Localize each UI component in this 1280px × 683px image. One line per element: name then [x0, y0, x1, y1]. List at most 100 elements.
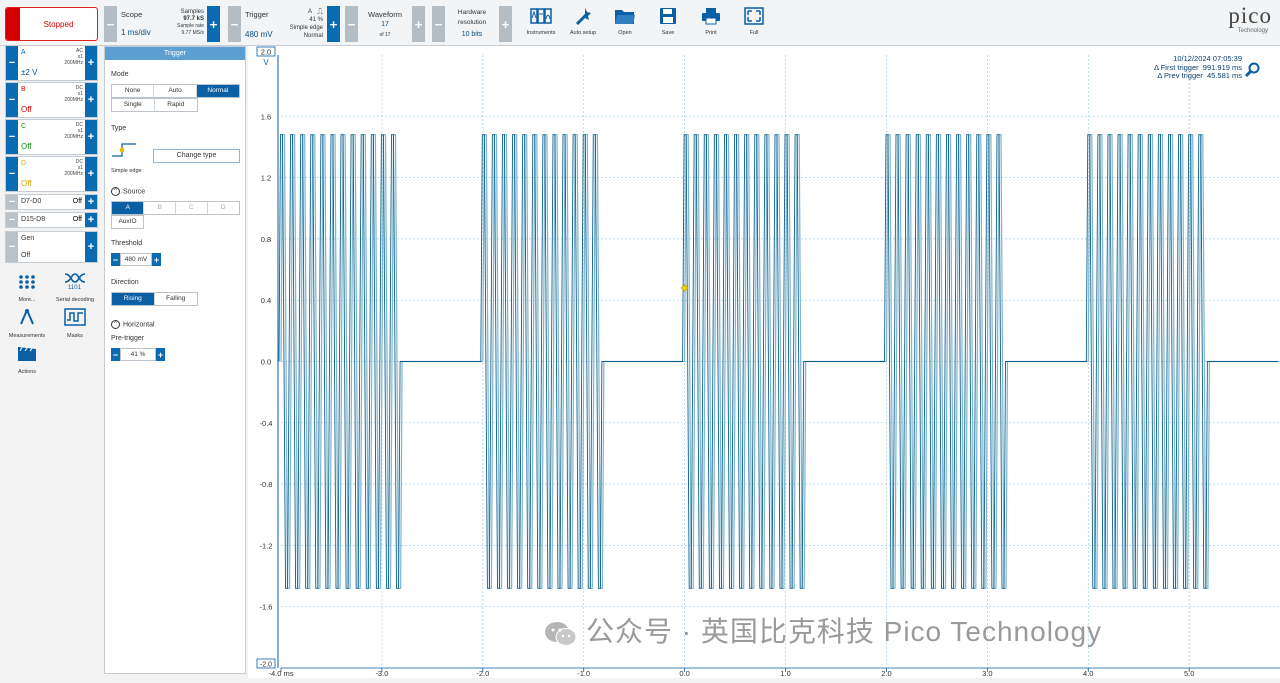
waveform-title: Waveform — [368, 10, 402, 19]
channel-c-increase-button[interactable]: + — [85, 120, 97, 154]
auto-setup-icon — [575, 8, 591, 26]
scope-view[interactable]: 1.6 1.2 0.8 0.4 0.0 -0.4 -0.8 -1.2 -1.6 -4.0 ms -… — [248, 46, 1280, 678]
timebase-increase-button[interactable]: + — [207, 6, 220, 42]
waveform-previous-button[interactable]: − — [345, 6, 358, 42]
channel-d-control[interactable]: − D Off DC x1 200MHz + — [5, 156, 98, 192]
channel-d-state: Off — [21, 179, 32, 188]
trigger-title: Trigger — [245, 10, 269, 19]
mode-auto-option[interactable]: Auto — [154, 85, 197, 97]
masks-button[interactable]: Masks — [50, 308, 100, 339]
actions-button[interactable]: Actions — [2, 346, 52, 375]
threshold-increase-button[interactable]: + — [152, 253, 161, 266]
channel-c-control[interactable]: − C Off DC x1 200MHz + — [5, 119, 98, 155]
channel-b-control[interactable]: − B Off DC x1 200MHz + — [5, 82, 98, 118]
hardware-resolution-group[interactable]: Hardware resolution 10 bits — [446, 6, 498, 42]
timebase-decrease-button[interactable]: − — [104, 6, 117, 42]
stop-indicator — [6, 8, 20, 40]
source-a-option[interactable]: A — [112, 202, 145, 214]
measurements-button[interactable]: Measurements — [2, 308, 52, 339]
digital-d7-d0-decrease-button[interactable]: − — [6, 195, 18, 209]
resolution-decrease-button[interactable]: − — [432, 6, 445, 42]
trigger-readout: 10/12/2024 07:05:39 Δ First trigger 991.… — [1154, 54, 1242, 81]
source-c-option[interactable]: C — [176, 202, 208, 214]
waveform-next-button[interactable]: + — [412, 6, 425, 42]
channel-a-decrease-button[interactable]: − — [6, 46, 18, 80]
zoom-icon[interactable] — [1244, 62, 1260, 78]
pretrigger-input[interactable]: 41 % — [120, 348, 156, 361]
y-tick-label: -0.8 — [260, 480, 273, 489]
trigger-mode: Normal — [303, 33, 323, 39]
trigger-source: A — [307, 9, 312, 15]
channel-a-control[interactable]: − A ±2 V AC x1 200MHz + — [5, 45, 98, 81]
scope-group[interactable]: Scope 1 ms/div Samples 97.7 kS Sample ra… — [118, 6, 206, 42]
digital-d7-d0-control[interactable]: − D7-D0 Off + — [5, 194, 98, 210]
channel-b-increase-button[interactable]: + — [85, 83, 97, 117]
logo-text: pico — [1228, 3, 1272, 28]
digital-d15-d8-increase-button[interactable]: + — [85, 213, 97, 227]
source-auxio-option[interactable]: AuxIO — [112, 216, 143, 228]
source-label: Source — [123, 188, 146, 196]
threshold-decrease-button[interactable]: − — [111, 253, 120, 266]
trigger-increase-button[interactable]: + — [327, 6, 340, 42]
mode-none-option[interactable]: None — [112, 85, 155, 97]
horizontal-label: Horizontal — [123, 321, 155, 329]
channel-d-decrease-button[interactable]: − — [6, 157, 18, 191]
source-section[interactable]: ^ Source — [111, 187, 145, 196]
waveform-count: of 17 — [379, 32, 391, 38]
scope-title: Scope — [121, 10, 143, 19]
channel-d-increase-button[interactable]: + — [85, 157, 97, 191]
change-type-button[interactable]: Change type — [153, 149, 240, 163]
digital-d7-d0-increase-button[interactable]: + — [85, 195, 97, 209]
mode-normal-option[interactable]: Normal — [196, 85, 240, 97]
gen-state: Off — [21, 252, 31, 259]
save-icon — [660, 8, 676, 24]
threshold-input[interactable]: 480 mV — [120, 253, 152, 266]
channel-c-decrease-button[interactable]: − — [6, 120, 18, 154]
mode-rapid-option[interactable]: Rapid — [155, 99, 198, 111]
x-axis: -4.0 ms -3.0 -2.0 -1.0 0.0 1.0 2.0 3.0 4.0 5.0 — [268, 667, 1280, 678]
source-d-option[interactable]: D — [208, 202, 239, 214]
y-tick-label: 1.6 — [261, 112, 271, 121]
channel-b-decrease-button[interactable]: − — [6, 83, 18, 117]
measurements-label: Measurements — [8, 333, 46, 339]
pretrigger-spinner: − 41 % + — [111, 348, 165, 361]
gen-decrease-button[interactable]: − — [6, 232, 18, 262]
x-tick-label: -4.0 ms — [268, 669, 293, 678]
source-b-option[interactable]: B — [144, 202, 176, 214]
mode-single-option[interactable]: Single — [112, 99, 155, 111]
channel-column: − A ±2 V AC x1 200MHz + − B Off DC x1 200MHz… — [0, 45, 100, 678]
more-label: More... — [18, 297, 36, 303]
pretrigger-increase-button[interactable]: + — [156, 348, 165, 361]
horizontal-section[interactable]: ^ Horizontal — [111, 320, 155, 329]
actions-label: Actions — [17, 369, 37, 375]
trigger-decrease-button[interactable]: − — [228, 6, 241, 42]
watermark-text: 公众号 · 英国比克科技 Pico Technology — [586, 616, 1103, 647]
logo-subtext: Technology — [1237, 28, 1268, 34]
x-tick-label: -3.0 — [375, 669, 388, 678]
fullscreen-button[interactable]: Full — [729, 6, 779, 36]
actions-icon — [18, 347, 36, 361]
samples-value: 97.7 kS — [183, 16, 204, 22]
watermark: 公众号 · 英国比克科技 Pico Technology — [544, 610, 1102, 650]
direction-rising-option[interactable]: Rising — [112, 293, 155, 305]
gen-increase-button[interactable]: + — [85, 232, 97, 262]
digital-d15-d8-name: D15-D8 — [21, 216, 46, 223]
x-tick-label: 4.0 — [1083, 669, 1093, 678]
mode-selector-row2: Single Rapid — [111, 98, 198, 112]
trigger-type: Simple edge — [289, 25, 323, 31]
channel-c-state: Off — [21, 142, 32, 151]
signal-generator-control[interactable]: − Gen Off + — [5, 231, 98, 263]
direction-falling-option[interactable]: Falling — [155, 293, 198, 305]
run-stop-button[interactable]: Stopped — [5, 7, 98, 41]
channel-a-increase-button[interactable]: + — [85, 46, 97, 80]
pretrigger-decrease-button[interactable]: − — [111, 348, 120, 361]
threshold-label: Threshold — [111, 240, 143, 247]
digital-d15-d8-control[interactable]: − D15-D8 Off + — [5, 212, 98, 228]
waveform-group[interactable]: Waveform 17 of 17 — [359, 6, 411, 42]
resolution-increase-button[interactable]: + — [499, 6, 512, 42]
serial-decoding-button[interactable]: 1101 Serial decoding — [50, 272, 100, 303]
digital-d15-d8-decrease-button[interactable]: − — [6, 213, 18, 227]
more-button[interactable]: More... — [2, 274, 52, 303]
trigger-group[interactable]: Trigger 480 mV A ⎍ 41 % Simple edge Norm… — [242, 6, 326, 42]
sample-rate-value: 9.77 MS/s — [181, 30, 204, 36]
